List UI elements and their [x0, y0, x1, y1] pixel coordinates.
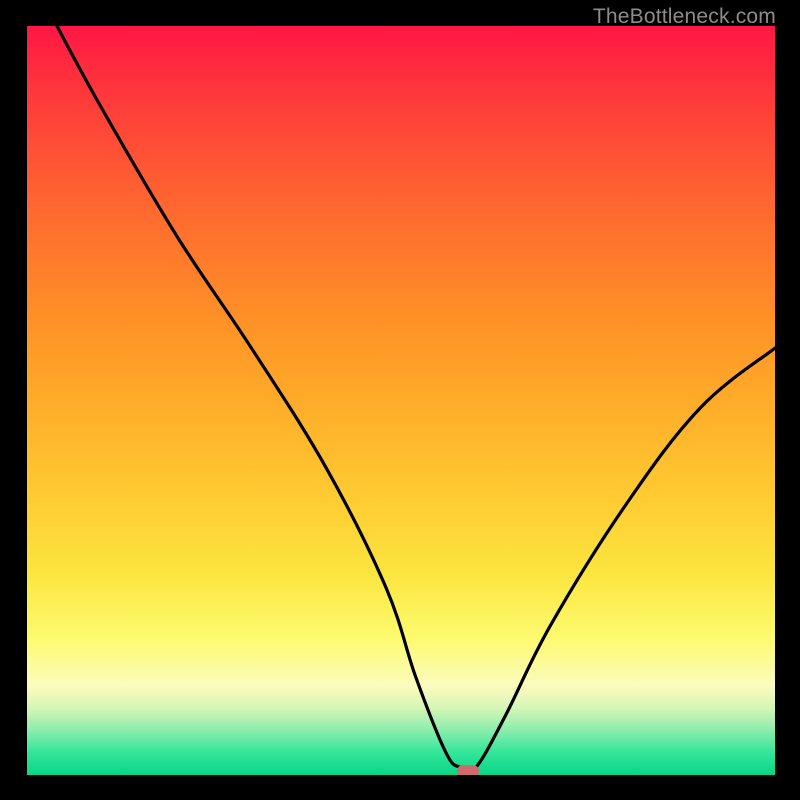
- watermark-text: TheBottleneck.com: [593, 5, 776, 29]
- plot-area: [27, 26, 775, 775]
- bottleneck-curve: [27, 26, 775, 775]
- bottleneck-chart: TheBottleneck.com: [0, 0, 800, 800]
- optimal-marker: [457, 765, 479, 776]
